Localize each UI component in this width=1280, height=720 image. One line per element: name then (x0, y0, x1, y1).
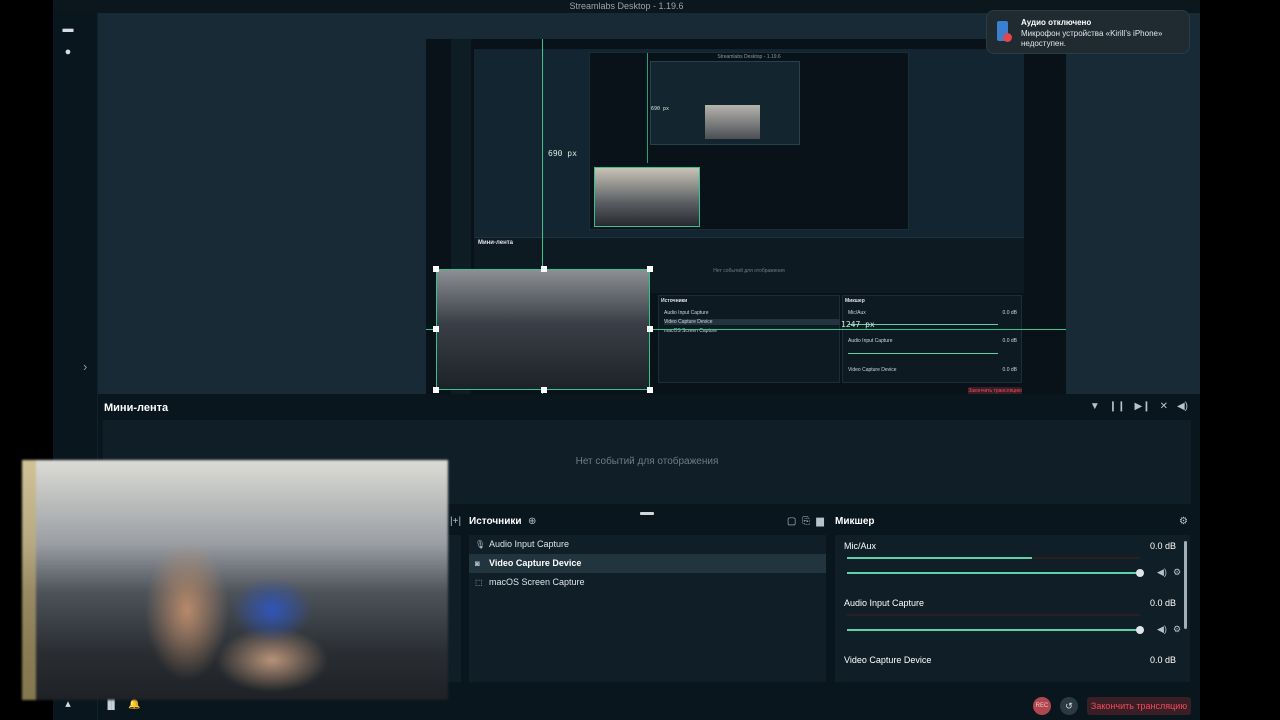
volume-icon[interactable]: ◀) (1177, 401, 1188, 412)
right-letterbox (1200, 0, 1280, 720)
mixer-scrollbar[interactable] (1184, 541, 1187, 629)
copy-icon[interactable]: ⎘ (802, 516, 810, 527)
sources-header-icons: ▢ ⎘ ▆ (787, 516, 824, 527)
speaker-icon[interactable]: ◀) (1157, 567, 1167, 578)
add-source-icon[interactable]: ⊕ (528, 516, 536, 527)
pause-icon[interactable]: ❙❙ (1109, 401, 1126, 412)
notification-message: Микрофон устройства «Kirill’s iPhone» не… (1021, 29, 1163, 48)
nested-sources: Источники Audio Input Capture Video Capt… (658, 295, 840, 383)
minifeed-controls: ▼ ❙❙ ▶❙ ✕ ◀) (1090, 401, 1188, 412)
nested-camera-thumb (705, 105, 760, 139)
nested-mixer-title: Микшер (845, 298, 865, 304)
mixer-settings-icon[interactable]: ⚙ (1179, 516, 1188, 527)
speaker-icon[interactable]: ◀) (1157, 624, 1167, 635)
nested-track-db: 0.0 dB (1002, 367, 1017, 373)
nested-track-name: Mic/Aux (848, 310, 866, 316)
screen-icon: ⬚ (475, 578, 483, 587)
resize-handle[interactable] (541, 266, 547, 272)
filter-icon[interactable]: ▼ (1090, 401, 1100, 412)
nested-mixer: Микшер Mic/Aux 0.0 dB Audio Input Captur… (842, 295, 1022, 383)
mixer-title: Микшер (835, 516, 875, 527)
track-meter (847, 614, 1140, 616)
track-meter-fill (847, 557, 1032, 559)
resize-handle[interactable] (647, 387, 653, 393)
replay-icon[interactable]: ↺ (1060, 697, 1078, 715)
webcam-edge (22, 460, 36, 700)
sources-list: 🎙 Audio Input Capture ◙ Video Capture Devi… (469, 535, 826, 682)
volume-knob[interactable] (1136, 626, 1144, 634)
horizontal-ruler-label: 1247 px (841, 320, 875, 329)
record-button[interactable]: REC (1033, 697, 1051, 715)
source-row-selected[interactable]: ◙ Video Capture Device (469, 554, 826, 573)
track-meter (847, 557, 1140, 559)
scene-collapse-icon[interactable]: |+| (450, 516, 461, 527)
nested-source-row: Audio Input Capture (664, 310, 709, 316)
nested-track-db: 0.0 dB (1002, 338, 1017, 344)
webcam-overlay (22, 460, 448, 700)
nested-title: Streamlabs Desktop - 1.19.6 (717, 54, 781, 60)
resize-handle[interactable] (647, 266, 653, 272)
track-name: Audio Input Capture (844, 598, 925, 608)
mic-icon: 🎙 (475, 540, 486, 549)
folder-icon[interactable]: ▆ (816, 516, 824, 527)
nested-vertical-guide (647, 53, 648, 163)
track-db: 0.0 dB (1149, 655, 1176, 665)
mute-alerts-icon[interactable]: ✕ (1160, 401, 1168, 412)
volume-slider[interactable] (847, 569, 1144, 577)
track-db: 0.0 dB (1149, 598, 1176, 608)
track-db: 0.0 dB (1149, 541, 1176, 551)
resize-handle[interactable] (433, 266, 439, 272)
nested-track-slider (848, 353, 998, 354)
volume-slider[interactable] (847, 626, 1144, 634)
notification-toast[interactable]: Аудио отключено Микрофон устройства «Kir… (986, 10, 1190, 54)
nested-source-row: Video Capture Device (664, 319, 840, 325)
nested-track-name: Audio Input Capture (848, 338, 893, 344)
source-settings-icon[interactable]: ▢ (787, 516, 796, 527)
gear-icon[interactable]: ⚙ (1173, 624, 1181, 635)
resize-handle[interactable] (541, 387, 547, 393)
nested-preview: Streamlabs Desktop - 1.19.6 (589, 52, 909, 230)
source-label: macOS Screen Capture (489, 577, 585, 587)
track-name: Video Capture Device (844, 655, 932, 665)
record-icon[interactable]: ● (61, 45, 75, 59)
nested-ruler-label: 690 px (651, 106, 670, 112)
mute-badge-icon (1003, 33, 1012, 42)
mixer-tracks: Mic/Aux 0.0 dB ◀) ⚙ Audio Input Capture … (835, 535, 1190, 682)
resize-handle[interactable] (433, 326, 439, 332)
nested-track-db: 0.0 dB (1002, 310, 1017, 316)
studio-mode-icon[interactable]: ▬ (61, 22, 75, 36)
skip-icon[interactable]: ▶❙ (1135, 401, 1151, 412)
editor-area: Streamlabs Desktop - 1.19.6 Мини-лента Н… (98, 13, 1200, 400)
track-name: Mic/Aux (844, 541, 877, 551)
selected-source-box[interactable] (433, 266, 653, 393)
nested-sources-title: Источники (661, 298, 688, 304)
nested-editor: Streamlabs Desktop - 1.19.6 (474, 49, 1024, 239)
mixer-panel: Микшер ⚙ Mic/Aux 0.0 dB ◀) ⚙ Audio Input… (834, 510, 1194, 694)
resize-handle[interactable] (647, 326, 653, 332)
source-label: Video Capture Device (489, 558, 582, 568)
sources-title: Источники (469, 516, 522, 527)
nested-track-name: Video Capture Device (848, 367, 897, 373)
notification-title: Аудио отключено (1021, 18, 1092, 27)
sources-panel: Источники ⊕ ▢ ⎘ ▆ 🎙 Audio Input Capture ◙… (466, 510, 832, 694)
stats-icon[interactable]: ▐▌ (104, 699, 118, 710)
bell-icon[interactable]: 🔔 (128, 699, 140, 710)
volume-knob[interactable] (1136, 569, 1144, 577)
preview-canvas[interactable]: Streamlabs Desktop - 1.19.6 Мини-лента Н… (426, 39, 1066, 399)
source-row[interactable]: ⬚ macOS Screen Capture (469, 573, 826, 592)
vertical-ruler-label: 690 px (548, 149, 577, 158)
nested-camera (594, 167, 700, 227)
end-stream-button[interactable]: Закончить трансляцию (1087, 697, 1191, 715)
resize-handle[interactable] (433, 387, 439, 393)
nested-minifeed-title: Мини-лента (478, 240, 513, 246)
chevron-right-icon[interactable]: › (83, 359, 87, 374)
camera-icon: ◙ (475, 559, 480, 568)
minifeed-title: Мини-лента (104, 402, 169, 414)
source-label: Audio Input Capture (489, 539, 570, 549)
source-row[interactable]: 🎙 Audio Input Capture (469, 535, 826, 554)
gear-icon[interactable]: ⚙ (1173, 567, 1181, 578)
